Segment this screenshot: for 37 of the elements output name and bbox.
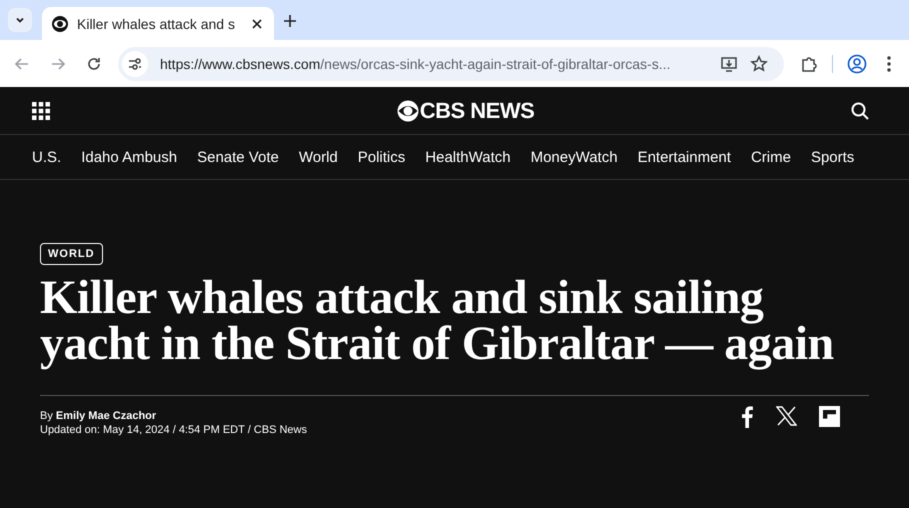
- flipboard-icon[interactable]: [819, 406, 840, 427]
- new-tab-icon[interactable]: [284, 15, 296, 27]
- eye-icon: [396, 100, 419, 122]
- eye-icon: [51, 14, 69, 32]
- profile-icon[interactable]: [847, 54, 867, 74]
- nav-link[interactable]: MoneyWatch: [530, 148, 618, 166]
- byline: By Emily Mae Czachor: [40, 410, 158, 422]
- nav-link[interactable]: Senate Vote: [197, 148, 279, 166]
- updated-date: Updated on: May 14, 2024 / 4:54 PM EDT / CBS News: [40, 424, 307, 436]
- x-logo-icon[interactable]: [776, 406, 797, 426]
- menu-icon[interactable]: [887, 56, 891, 72]
- address-bar[interactable]: https://www.cbsnews.com/news/orcas-sink-yacht-again-strait-of-gibraltar-orcas-s...: [118, 46, 784, 80]
- nav-link[interactable]: Sports: [810, 148, 854, 166]
- puzzle-piece-icon[interactable]: [800, 54, 818, 72]
- site-settings-icon[interactable]: [122, 50, 148, 76]
- browser-tab[interactable]: Killer whales attack and s: [42, 7, 274, 40]
- search-icon[interactable]: [851, 102, 869, 120]
- nav-link[interactable]: HealthWatch: [425, 148, 511, 166]
- nav-link[interactable]: U.S.: [32, 148, 62, 166]
- install-app-icon[interactable]: [720, 54, 738, 72]
- category-tag[interactable]: WORLD: [40, 243, 103, 265]
- nav-link[interactable]: Crime: [750, 148, 791, 166]
- close-icon[interactable]: [252, 18, 262, 28]
- nav-link[interactable]: Idaho Ambush: [81, 148, 178, 166]
- nav-link[interactable]: Politics: [358, 148, 406, 166]
- star-icon[interactable]: [750, 54, 768, 72]
- facebook-icon[interactable]: [740, 406, 754, 428]
- nav-link[interactable]: Entertainment: [638, 148, 731, 166]
- tab-title: Killer whales attack and s: [77, 16, 236, 32]
- grid-menu-icon[interactable]: [32, 102, 50, 120]
- reload-icon[interactable]: [86, 56, 102, 72]
- nav-link[interactable]: World: [298, 148, 338, 166]
- forward-arrow-icon[interactable]: [50, 56, 66, 72]
- back-arrow-icon[interactable]: [14, 56, 30, 72]
- tab-list-button[interactable]: [8, 8, 32, 32]
- url-text: https://www.cbsnews.com/news/orcas-sink-yacht-again-strait-of-gibraltar-orcas-s...: [160, 56, 672, 72]
- site-logo[interactable]: CBS NEWS: [420, 98, 534, 124]
